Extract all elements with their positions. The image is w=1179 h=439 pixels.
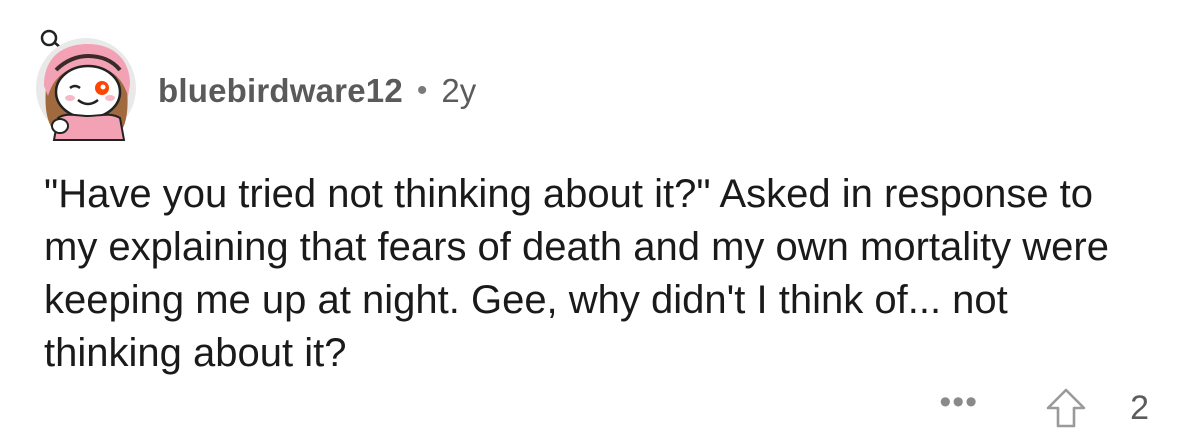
comment-actions: ••• 2	[939, 385, 1149, 430]
comment: bluebirdware12 • 2y "Have you tried not …	[0, 0, 1179, 439]
username-link[interactable]: bluebirdware12	[158, 72, 403, 110]
upvote-arrow-icon[interactable]	[1044, 386, 1088, 430]
comment-meta: bluebirdware12 • 2y	[158, 72, 476, 110]
vote-score: 2	[1130, 388, 1149, 427]
comment-age: 2y	[441, 72, 477, 109]
meta-separator: •	[416, 74, 428, 107]
more-options-icon[interactable]: •••	[939, 385, 978, 419]
user-avatar[interactable]	[30, 26, 140, 142]
comment-body: "Have you tried not thinking about it?" …	[44, 172, 1109, 375]
